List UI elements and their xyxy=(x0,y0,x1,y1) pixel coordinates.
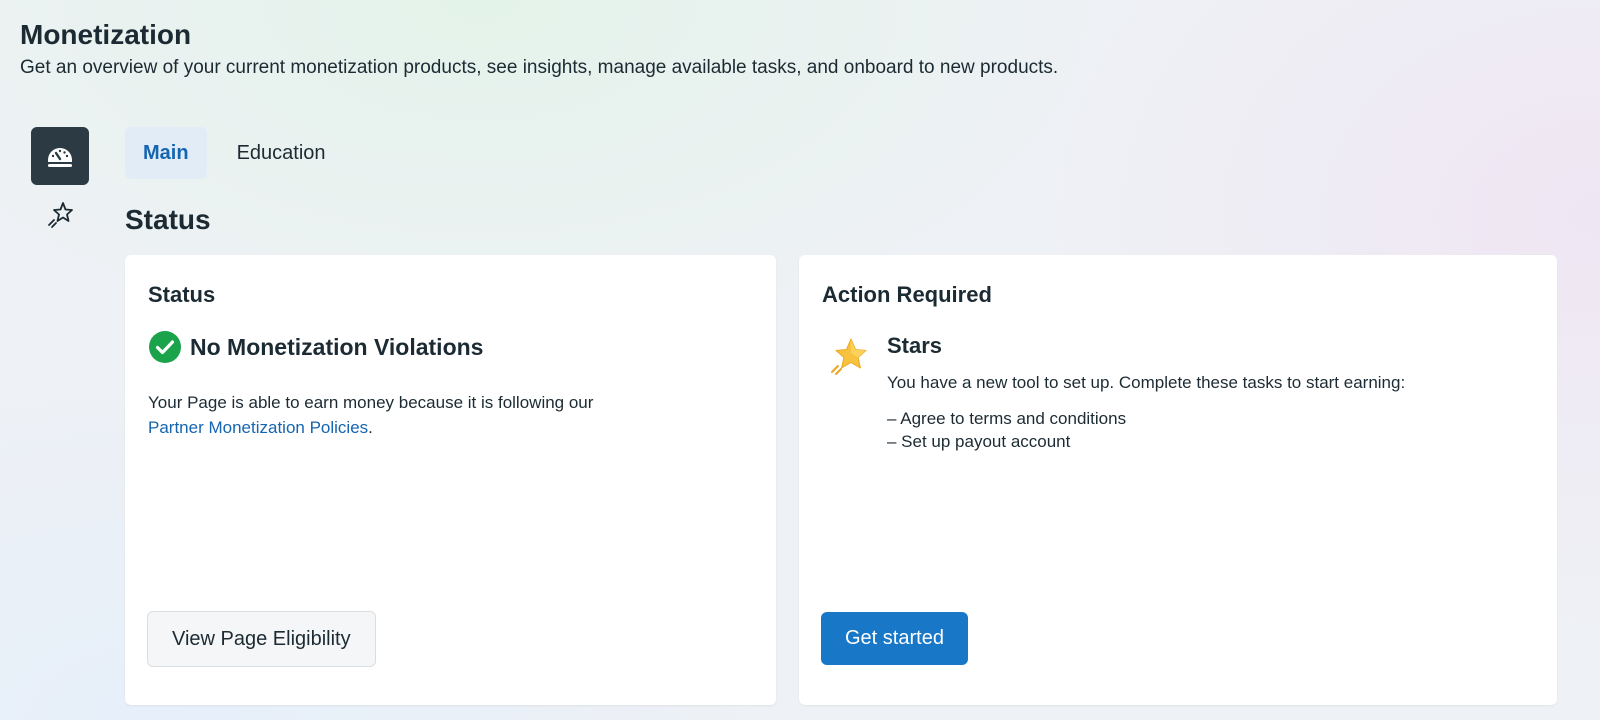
status-description: Your Page is able to earn money because … xyxy=(148,390,708,440)
rail-item-stars[interactable] xyxy=(31,189,89,241)
task-list: – Agree to terms and conditions – Set up… xyxy=(887,407,1126,453)
partner-policies-link[interactable]: Partner Monetization Policies xyxy=(148,418,368,437)
tab-education[interactable]: Education xyxy=(219,127,344,179)
list-item: – Set up payout account xyxy=(887,432,1071,451)
rail-item-dashboard[interactable] xyxy=(31,127,89,185)
star-icon xyxy=(831,338,867,375)
dashboard-gauge-icon xyxy=(48,148,72,167)
view-page-eligibility-button[interactable]: View Page Eligibility xyxy=(147,611,376,667)
shooting-star-icon xyxy=(48,202,73,228)
product-name: Stars xyxy=(887,333,943,358)
status-description-period: . xyxy=(368,418,373,437)
page-title: Monetization xyxy=(20,19,192,50)
action-card-title: Action Required xyxy=(822,282,992,307)
page-header: Monetization Get an overview of your cur… xyxy=(20,18,1058,80)
action-required-card: Action Required Stars You have a new too… xyxy=(799,255,1557,705)
violation-headline: No Monetization Violations xyxy=(190,333,484,360)
status-description-text: Your Page is able to earn money because … xyxy=(148,393,594,412)
tab-bar: Main Education xyxy=(125,127,344,179)
side-rail xyxy=(31,127,89,241)
product-description: You have a new tool to set up. Complete … xyxy=(887,373,1406,392)
check-circle-icon xyxy=(149,331,181,363)
page-subtitle: Get an overview of your current monetiza… xyxy=(20,57,1059,78)
status-card: Status No Monetization Violations Your P… xyxy=(125,255,776,705)
status-card-title: Status xyxy=(148,282,216,307)
get-started-button[interactable]: Get started xyxy=(821,612,968,665)
section-title: Status xyxy=(125,204,211,235)
tab-main[interactable]: Main xyxy=(125,127,207,179)
violation-status: No Monetization Violations xyxy=(148,330,483,364)
list-item: – Agree to terms and conditions xyxy=(887,409,1127,428)
